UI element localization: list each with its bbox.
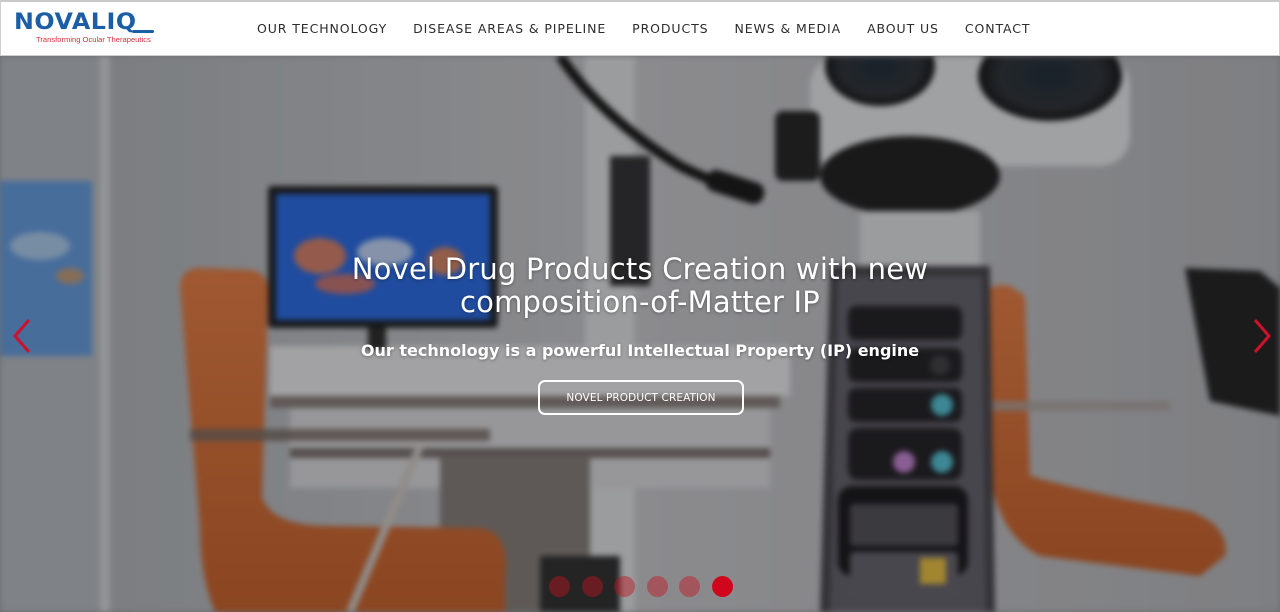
slider-dot[interactable] bbox=[646, 576, 668, 597]
slider-dot[interactable] bbox=[679, 576, 700, 597]
novel-product-creation-button[interactable]: NOVEL PRODUCT CREATION bbox=[538, 380, 744, 415]
slider-prev-button[interactable] bbox=[8, 314, 38, 358]
logo-wordmark: NOVALIQ bbox=[14, 10, 137, 35]
nav-item-disease-areas-pipeline[interactable]: DISEASE AREAS & PIPELINE bbox=[413, 21, 606, 36]
hero-subtitle: Our technology is a powerful Intellectua… bbox=[360, 341, 920, 360]
slider-next-button[interactable] bbox=[1246, 314, 1276, 358]
slider-dot-active[interactable] bbox=[711, 576, 733, 597]
chevron-right-icon bbox=[1253, 319, 1271, 353]
site-header: NOVALIQ Transforming Ocular Therapeutics… bbox=[0, 0, 1280, 56]
slider-pagination bbox=[549, 576, 744, 597]
hero-title-line-1: Novel Drug Products Creation with new bbox=[351, 252, 929, 286]
nav-item-about-us[interactable]: ABOUT US bbox=[867, 21, 939, 36]
hero-slider: Novel Drug Products Creation with new co… bbox=[0, 56, 1280, 612]
nav-item-products[interactable]: PRODUCTS bbox=[632, 21, 708, 36]
logo[interactable]: NOVALIQ Transforming Ocular Therapeutics bbox=[14, 11, 156, 47]
slider-dot[interactable] bbox=[614, 576, 635, 597]
slider-dot[interactable] bbox=[581, 576, 603, 597]
hero-title: Novel Drug Products Creation with new co… bbox=[290, 253, 990, 319]
nav-item-our-technology[interactable]: OUR TECHNOLOGY bbox=[257, 21, 387, 36]
chevron-left-icon bbox=[13, 319, 31, 353]
hero-dim-overlay bbox=[0, 56, 1280, 612]
hero-title-line-2: composition-of-Matter IP bbox=[460, 285, 820, 319]
logo-swoosh bbox=[132, 30, 154, 33]
slider-dot[interactable] bbox=[549, 576, 570, 597]
logo-tagline: Transforming Ocular Therapeutics bbox=[36, 35, 151, 44]
main-nav: OUR TECHNOLOGY DISEASE AREAS & PIPELINE … bbox=[257, 2, 1056, 54]
nav-item-contact[interactable]: CONTACT bbox=[965, 21, 1031, 36]
nav-item-news-media[interactable]: NEWS & MEDIA bbox=[734, 21, 841, 36]
